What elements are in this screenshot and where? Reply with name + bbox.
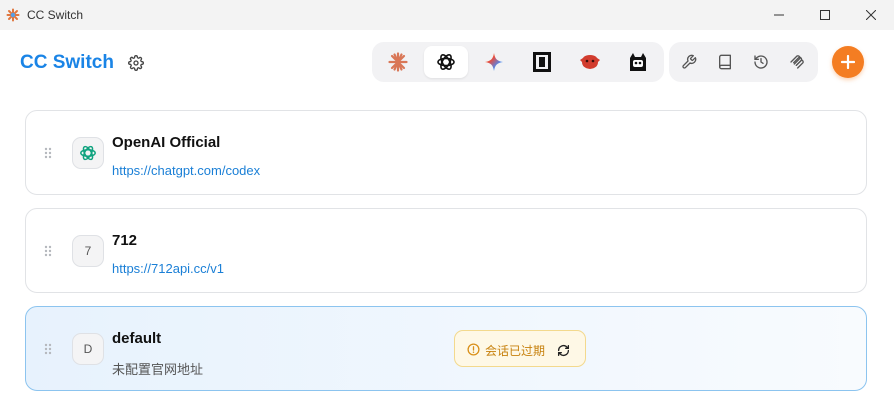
provider-name: 712 <box>112 232 138 249</box>
openai-icon <box>80 145 96 161</box>
settings-button[interactable] <box>126 53 146 73</box>
provider-avatar <box>72 137 104 169</box>
provider-card[interactable]: 7 712 https://712api.cc/v1 <box>25 208 867 293</box>
app-brand-title: CC Switch <box>20 52 114 73</box>
close-button[interactable] <box>848 0 894 30</box>
app-tab-claude[interactable] <box>376 46 420 78</box>
drag-handle-icon[interactable] <box>44 343 52 355</box>
book-icon <box>719 54 731 70</box>
tools-button[interactable] <box>675 48 703 76</box>
window-title: CC Switch <box>27 8 84 22</box>
docs-button[interactable] <box>711 48 739 76</box>
close-icon <box>866 10 876 20</box>
app-tab-openai[interactable] <box>424 46 468 78</box>
provider-card-selected[interactable]: D default 未配置官网地址 会话已过期 <box>25 306 867 391</box>
app-tab-red-mascot[interactable] <box>568 46 612 78</box>
gemini-icon <box>485 53 503 71</box>
app-switcher <box>372 42 664 82</box>
drag-handle-icon[interactable] <box>44 245 52 257</box>
badge-text: 会话已过期 <box>485 344 546 358</box>
history-button[interactable] <box>747 48 775 76</box>
provider-name: OpenAI Official <box>112 134 221 151</box>
claude-icon <box>388 52 408 72</box>
opencode-icon <box>533 52 551 72</box>
gear-icon <box>128 55 144 71</box>
tool-group <box>669 42 818 82</box>
provider-card[interactable]: OpenAI Official https://chatgpt.com/code… <box>25 110 867 195</box>
red-mascot-icon <box>580 55 600 69</box>
plus-icon <box>841 55 855 69</box>
app-tab-cat-mascot[interactable] <box>616 46 660 78</box>
refresh-button[interactable] <box>555 342 571 358</box>
provider-url-text: 未配置官网地址 <box>112 362 204 377</box>
openai-icon <box>437 54 455 70</box>
maximize-button[interactable] <box>802 0 848 30</box>
provider-avatar: D <box>72 333 104 365</box>
mcp-button[interactable] <box>783 48 811 76</box>
history-icon <box>754 55 768 69</box>
minimize-icon <box>774 14 784 16</box>
plug-icon <box>790 55 804 69</box>
session-expired-badge: 会话已过期 <box>454 330 586 367</box>
add-provider-button[interactable] <box>832 46 864 78</box>
alert-circle-icon <box>467 343 480 356</box>
provider-url-link[interactable]: https://chatgpt.com/codex <box>112 163 260 178</box>
provider-url-link[interactable]: https://712api.cc/v1 <box>112 261 224 276</box>
wrench-icon <box>682 54 697 69</box>
app-logo-icon <box>6 8 20 22</box>
maximize-icon <box>820 10 830 20</box>
drag-handle-icon[interactable] <box>44 147 52 159</box>
refresh-icon <box>557 344 569 356</box>
cat-mascot-icon <box>630 53 646 71</box>
provider-avatar: 7 <box>72 235 104 267</box>
app-tab-opencode[interactable] <box>520 46 564 78</box>
provider-name: default <box>112 330 162 347</box>
app-tab-gemini[interactable] <box>472 46 516 78</box>
title-bar: CC Switch <box>0 0 894 30</box>
minimize-button[interactable] <box>756 0 802 30</box>
